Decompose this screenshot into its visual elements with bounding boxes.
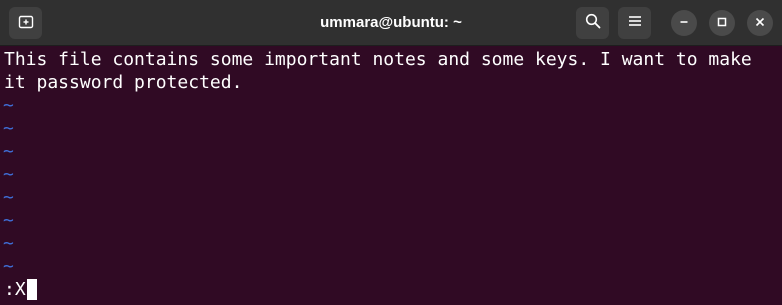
close-button[interactable] <box>747 10 773 36</box>
close-icon <box>755 14 765 32</box>
minimize-button[interactable] <box>671 10 697 36</box>
hamburger-menu-icon <box>628 14 642 33</box>
empty-line-marker: ~ <box>3 141 14 162</box>
empty-line-marker: ~ <box>3 118 14 139</box>
maximize-button[interactable] <box>709 10 735 36</box>
new-tab-button[interactable] <box>9 7 42 39</box>
file-text-line: This file contains some important notes … <box>4 49 752 70</box>
menu-button[interactable] <box>618 7 651 39</box>
minimize-icon <box>679 14 689 32</box>
empty-line-marker: ~ <box>3 164 14 185</box>
empty-line-marker: ~ <box>3 187 14 208</box>
file-text-line: it password protected. <box>4 72 243 93</box>
empty-line-marker: ~ <box>3 256 14 277</box>
empty-line-marker: ~ <box>3 233 14 254</box>
empty-line-marker: ~ <box>3 210 14 231</box>
maximize-icon <box>717 14 727 32</box>
text-cursor <box>26 279 37 300</box>
search-button[interactable] <box>576 7 609 39</box>
new-tab-icon <box>18 13 34 34</box>
terminal-window: ummara@ubuntu: ~ This file contains some… <box>0 0 782 305</box>
search-icon <box>585 13 601 34</box>
command-text: :X <box>4 279 26 300</box>
window-title: ummara@ubuntu: ~ <box>320 14 462 31</box>
command-line[interactable]: :X <box>4 278 37 301</box>
terminal-content[interactable]: This file contains some important notes … <box>0 46 782 305</box>
empty-line-marker: ~ <box>3 95 14 116</box>
title-bar[interactable]: ummara@ubuntu: ~ <box>0 0 782 46</box>
